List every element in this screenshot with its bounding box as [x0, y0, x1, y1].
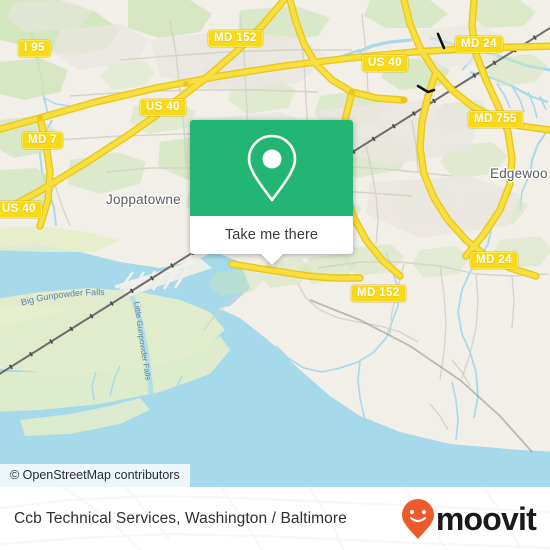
road-shield-md-152-south[interactable]: MD 152 [351, 285, 406, 302]
callout-action[interactable]: Take me there [190, 216, 353, 254]
road-shield-md-755[interactable]: MD 755 [468, 111, 523, 128]
map-canvas[interactable]: Big Gunpowder Falls Little Gunpowder Fal… [0, 0, 550, 487]
footer-bar: Ccb Technical Services, Washington / Bal… [0, 487, 550, 550]
road-shield-md-152-north[interactable]: MD 152 [208, 30, 263, 47]
road-shield-md-24-south[interactable]: MD 24 [470, 252, 518, 269]
osm-attribution[interactable]: © OpenStreetMap contributors [0, 464, 190, 487]
road-shield-us-40-central[interactable]: US 40 [140, 99, 186, 116]
place-title: Ccb Technical Services, Washington / Bal… [14, 509, 347, 527]
road-shield-us-40-east[interactable]: US 40 [362, 55, 408, 72]
callout-pointer [260, 254, 283, 265]
moovit-wordmark: moovit [435, 500, 537, 537]
road-shield-i-95[interactable]: I 95 [18, 40, 51, 57]
take-me-there-label: Take me there [224, 227, 319, 243]
location-callout[interactable]: Take me there [190, 120, 353, 265]
moovit-smiley-pin-icon [401, 498, 434, 539]
moovit-brand[interactable]: moovit [401, 498, 537, 540]
road-shield-us-40-west[interactable]: US 40 [0, 201, 42, 218]
map-screenshot: Big Gunpowder Falls Little Gunpowder Fal… [0, 0, 550, 550]
road-shield-md-24-north[interactable]: MD 24 [455, 36, 503, 53]
callout-header [190, 120, 353, 216]
road-shield-md-7[interactable]: MD 7 [22, 132, 64, 149]
map-pin-icon [247, 134, 296, 202]
